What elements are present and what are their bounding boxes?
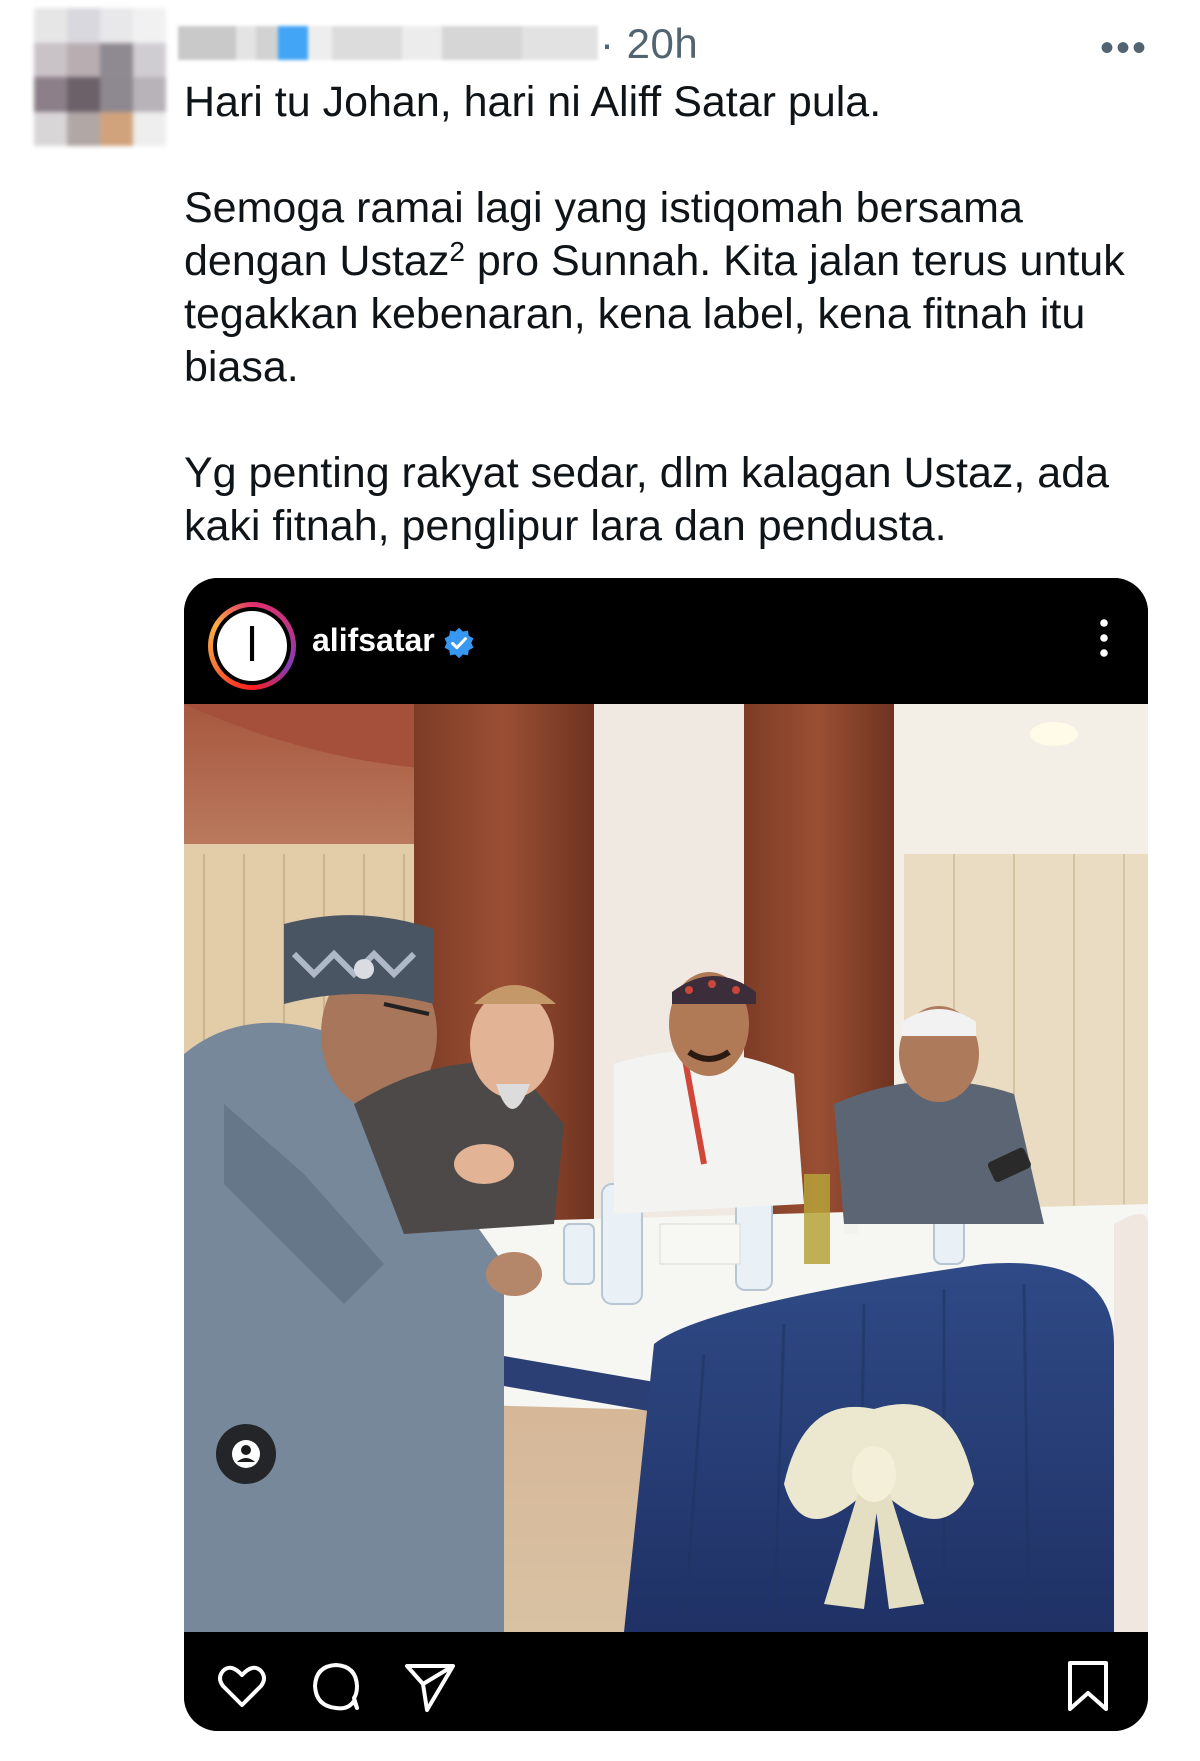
post-photo[interactable]	[184, 704, 1148, 1632]
instagram-story-ring[interactable]: ا	[208, 602, 296, 690]
heart-icon[interactable]	[214, 1658, 270, 1714]
user-tag-icon[interactable]	[216, 1424, 276, 1484]
tweet-paragraph-3: Yg penting rakyat sedar, dlm kalagan Ust…	[184, 449, 1110, 550]
superscript-two: 2	[449, 236, 465, 267]
tweet-paragraph-1: Hari tu Johan, hari ni Aliff Satar pula.	[184, 78, 882, 126]
instagram-username[interactable]: alifsatar	[312, 622, 435, 659]
more-options-icon[interactable]: •••	[1100, 28, 1148, 68]
comment-icon[interactable]	[308, 1658, 364, 1714]
author-avatar[interactable]	[34, 8, 166, 146]
verified-badge-icon	[444, 627, 474, 659]
bookmark-icon[interactable]	[1060, 1658, 1116, 1714]
instagram-avatar[interactable]: ا	[217, 611, 287, 681]
tweet-text: Hari tu Johan, hari ni Aliff Satar pula.…	[184, 76, 1144, 553]
tweet-paragraph-2: Semoga ramai lagi yang istiqomah bersama…	[184, 184, 1125, 391]
more-vertical-icon[interactable]	[1100, 618, 1108, 658]
author-name-redacted[interactable]	[178, 26, 598, 60]
instagram-post-header: ا alifsatar	[184, 578, 1148, 704]
send-icon[interactable]	[402, 1658, 458, 1714]
instagram-action-bar	[184, 1632, 1148, 1731]
tweet-timestamp[interactable]: · 20h	[600, 20, 698, 68]
instagram-post-card[interactable]: ا alifsatar	[184, 578, 1148, 1731]
